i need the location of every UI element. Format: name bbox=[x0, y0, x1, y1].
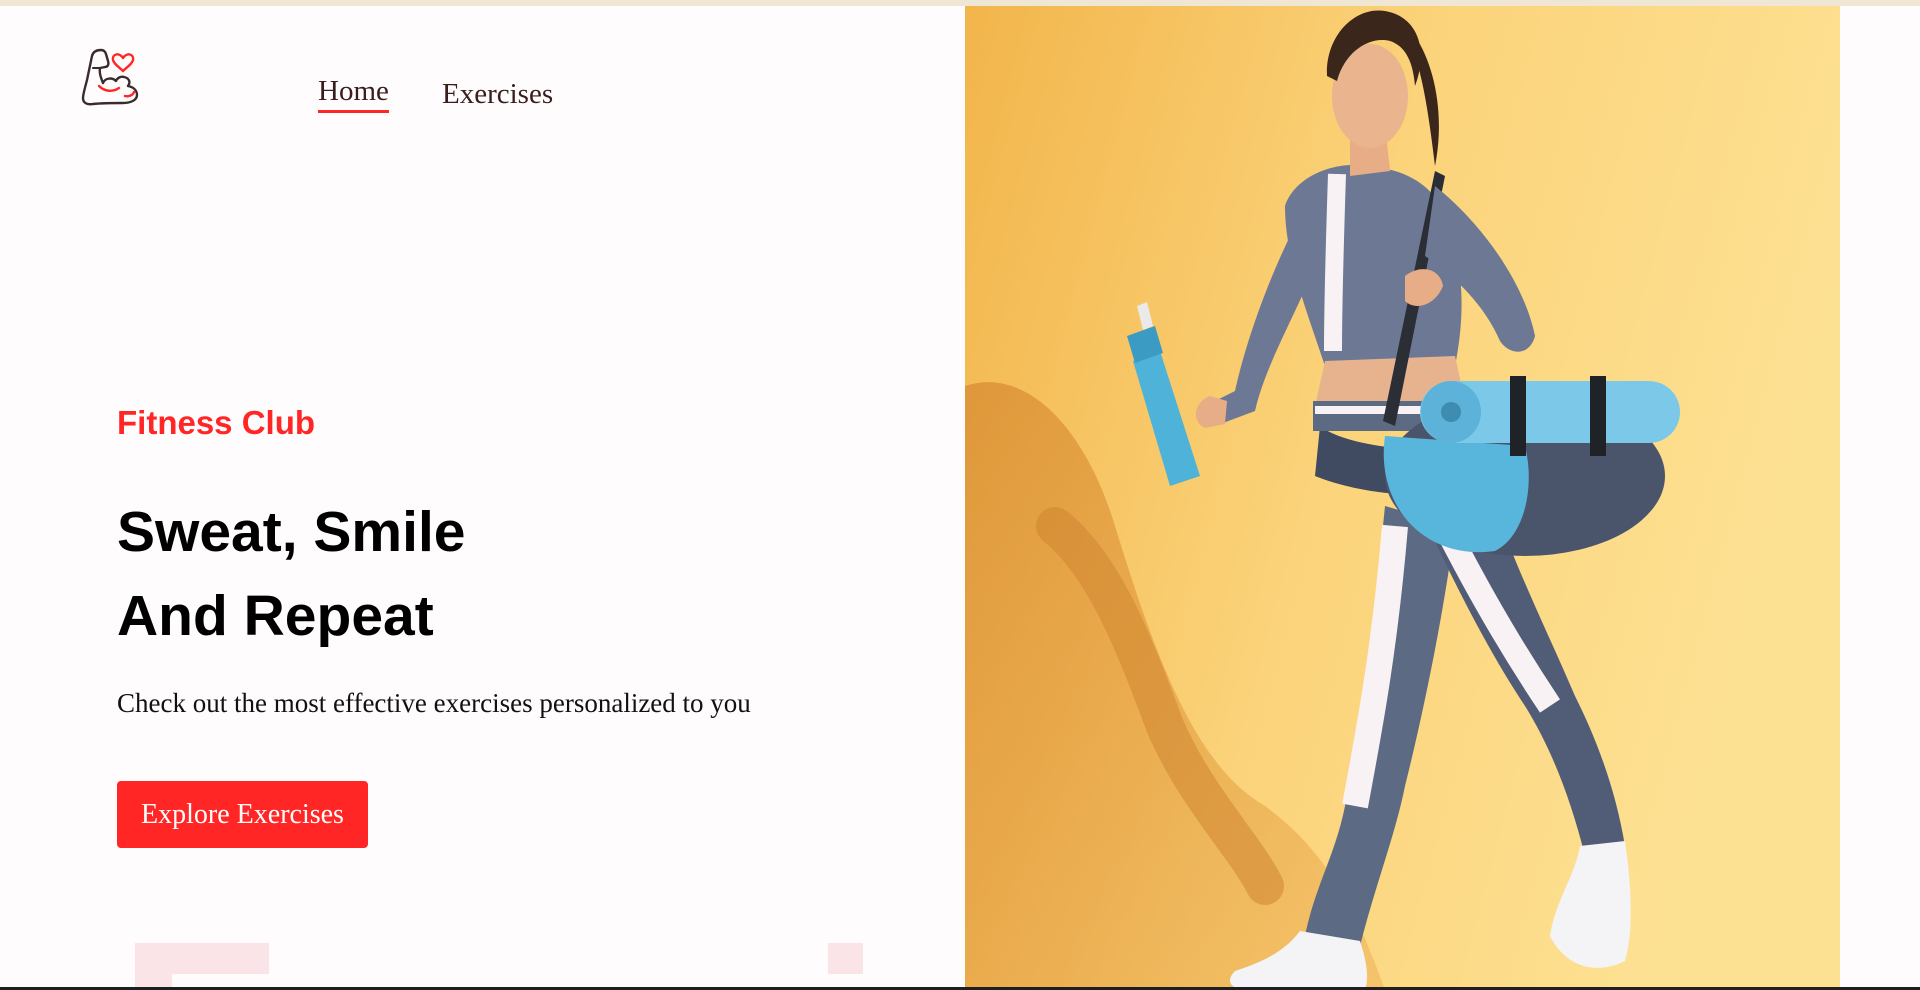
background-decoration bbox=[828, 943, 863, 974]
hero-headline-line-1: Sweat, Smile bbox=[117, 500, 466, 564]
hero-headline: Sweat, Smile And Repeat bbox=[117, 490, 466, 658]
explore-exercises-button[interactable]: Explore Exercises bbox=[117, 781, 368, 848]
hero-image bbox=[965, 6, 1840, 990]
nav-exercises-link[interactable]: Exercises bbox=[442, 77, 553, 111]
flexed-arm-heart-icon bbox=[81, 48, 139, 106]
woman-walking-with-gym-bag-photo bbox=[965, 6, 1840, 990]
nav-home-link[interactable]: Home bbox=[318, 74, 389, 113]
hero-headline-line-2: And Repeat bbox=[117, 584, 434, 648]
logo[interactable] bbox=[79, 42, 141, 108]
brand-title: Fitness Club bbox=[117, 404, 316, 441]
background-decoration bbox=[135, 943, 269, 990]
hero-subtitle: Check out the most effective exercises p… bbox=[117, 688, 751, 718]
